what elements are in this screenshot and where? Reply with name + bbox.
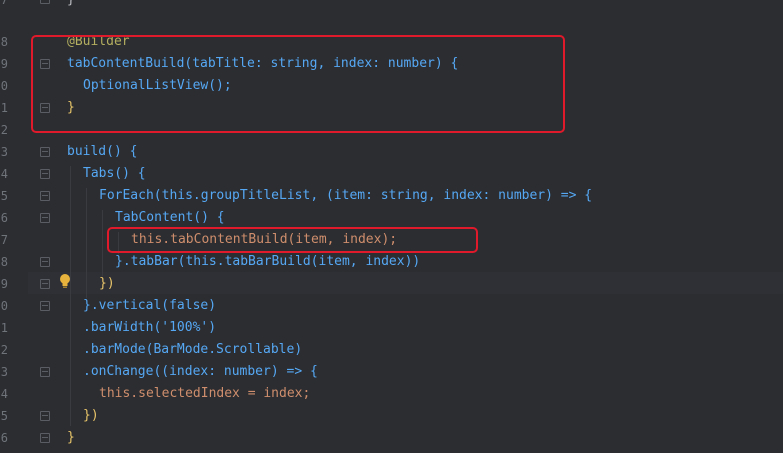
code-line[interactable]: this.selectedIndex = index;: [99, 383, 310, 405]
code-line[interactable]: .onChange((index: number) => {: [83, 361, 318, 383]
fold-marker-icon[interactable]: [40, 433, 50, 443]
fold-marker-icon[interactable]: [40, 0, 50, 4]
line-number-gutter: 7 8 9 0 1 2 3 4 5 6 7 8 9 0 1 2 3 4 5 6: [0, 0, 28, 453]
highlight-box-call: [107, 227, 478, 253]
code-text: .onChange((index: number) => {: [83, 364, 318, 379]
code-line[interactable]: build() {: [67, 141, 137, 163]
code-text: .barMode(BarMode.Scrollable): [83, 342, 303, 357]
line-number: 1: [0, 101, 8, 115]
current-line-highlight: [0, 272, 783, 294]
fold-marker-icon[interactable]: [40, 169, 50, 179]
code-text: }): [99, 276, 115, 291]
line-number: 8: [0, 255, 8, 269]
line-number: 4: [0, 387, 8, 401]
code-text: }): [83, 408, 99, 423]
code-line[interactable]: Tabs() {: [83, 163, 146, 185]
line-number: 4: [0, 167, 8, 181]
line-number: 2: [0, 343, 8, 357]
line-number: 6: [0, 431, 8, 445]
line-number: 9: [0, 277, 8, 291]
fold-marker-icon[interactable]: [40, 367, 50, 377]
fold-marker-icon[interactable]: [40, 279, 50, 289]
code-line[interactable]: .barMode(BarMode.Scrollable): [83, 339, 302, 361]
fold-marker-icon[interactable]: [40, 191, 50, 201]
fold-marker-icon[interactable]: [40, 213, 50, 223]
fold-marker-icon[interactable]: [40, 411, 50, 421]
line-number: 5: [0, 409, 8, 423]
code-text: }.vertical(false): [83, 298, 217, 313]
code-text: ForEach(this.groupTitleList, (item: stri…: [99, 188, 593, 203]
code-line[interactable]: }.vertical(false): [83, 295, 216, 317]
code-line[interactable]: ForEach(this.groupTitleList, (item: stri…: [99, 185, 592, 207]
line-number: 6: [0, 211, 8, 225]
code-line[interactable]: }.tabBar(this.tabBarBuild(item, index)): [115, 251, 420, 273]
indent-guide: [86, 188, 87, 298]
code-text: build() {: [67, 144, 138, 159]
line-number: 5: [0, 189, 8, 203]
line-number: 3: [0, 365, 8, 379]
indent-guide: [70, 166, 71, 426]
indent-guide: [102, 210, 103, 276]
code-line[interactable]: }): [99, 273, 115, 295]
code-line[interactable]: }: [67, 0, 75, 11]
line-number: 2: [0, 123, 8, 137]
code-text: Tabs() {: [83, 166, 146, 181]
code-line[interactable]: }: [67, 427, 75, 449]
line-number: 8: [0, 35, 8, 49]
lightbulb-icon[interactable]: [58, 273, 72, 289]
line-number: 9: [0, 57, 8, 71]
code-line[interactable]: TabContent() {: [115, 207, 225, 229]
fold-marker-icon[interactable]: [40, 301, 50, 311]
highlight-box-builder: [31, 35, 565, 133]
code-text: }: [67, 430, 75, 445]
line-number: 7: [0, 0, 8, 7]
code-text: TabContent() {: [115, 210, 225, 225]
line-number: 1: [0, 321, 8, 335]
code-editor[interactable]: 7 8 9 0 1 2 3 4 5 6 7 8 9 0 1 2 3 4 5 6 …: [0, 0, 783, 453]
line-number: 0: [0, 79, 8, 93]
code-text: }: [67, 0, 75, 7]
line-number: 0: [0, 299, 8, 313]
fold-marker-icon[interactable]: [40, 257, 50, 267]
code-text: .barWidth('100%'): [83, 320, 217, 335]
fold-marker-icon[interactable]: [40, 147, 50, 157]
code-line[interactable]: }): [83, 405, 99, 427]
code-line[interactable]: .barWidth('100%'): [83, 317, 216, 339]
code-text: this.selectedIndex = index;: [99, 386, 311, 401]
code-text: }.tabBar(this.tabBarBuild(item, index)): [115, 254, 421, 269]
line-number: 3: [0, 145, 8, 159]
line-number: 7: [0, 233, 8, 247]
